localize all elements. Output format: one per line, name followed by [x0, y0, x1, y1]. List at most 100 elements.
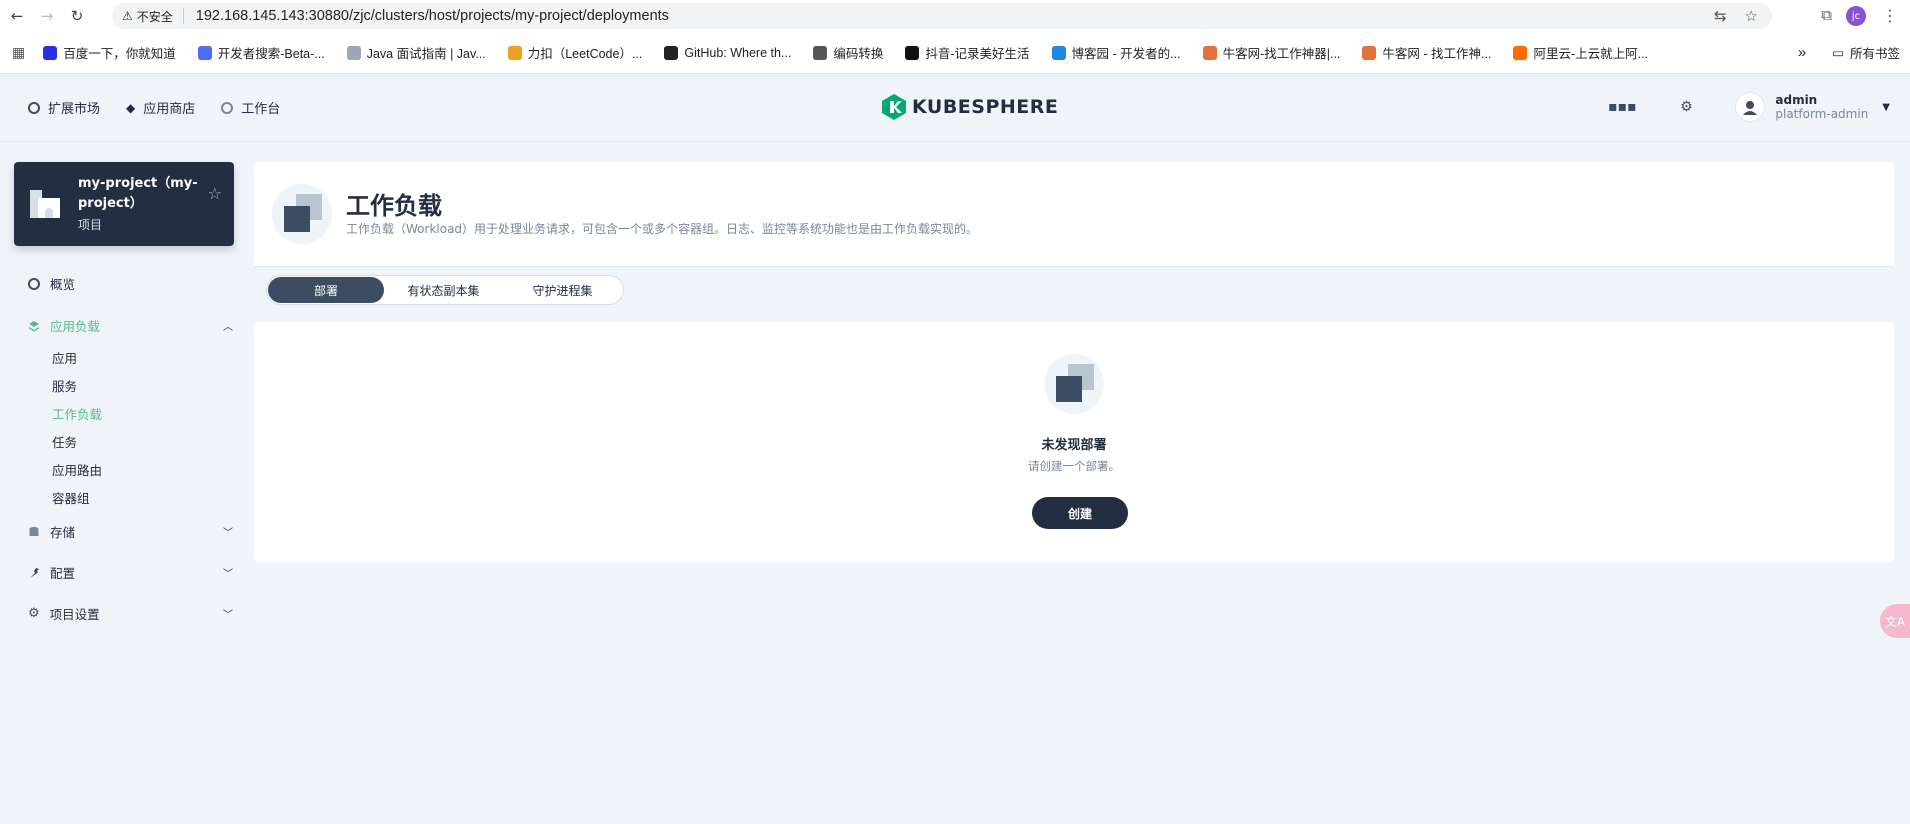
- extensions-icon[interactable]: ⧉: [1821, 6, 1832, 24]
- bookmarks-bar: ▦ 百度一下，你就知道 开发者搜索-Beta-... Java 面试指南 | Jav…: [0, 32, 1910, 74]
- all-bookmarks-label: 所有书签: [1849, 47, 1900, 61]
- user-info[interactable]: admin platform-admin: [1775, 93, 1868, 121]
- forward-icon[interactable]: →: [34, 3, 60, 29]
- bookmark-item[interactable]: 牛客网-找工作神器|...: [1202, 43, 1341, 62]
- nav-app-store[interactable]: ◆ 应用商店: [126, 98, 195, 118]
- bookmark-label: 百度一下，你就知道: [63, 47, 176, 61]
- url-text[interactable]: 192.168.145.143:30880/zjc/clusters/host/…: [184, 8, 669, 24]
- bookmark-item[interactable]: 编码转换: [813, 43, 883, 62]
- bookmark-label: 阿里云-上云就上阿...: [1533, 47, 1649, 61]
- bookmark-item[interactable]: 抖音-记录美好生活: [905, 43, 1030, 62]
- all-bookmarks[interactable]: ▭ 所有书签: [1832, 43, 1900, 62]
- sidebar-item-jobs[interactable]: 任务: [52, 432, 77, 451]
- back-icon[interactable]: ←: [4, 3, 30, 29]
- sidebar-item-project-settings[interactable]: ⚙ 项目设置 ﹀: [28, 604, 233, 623]
- caret-down-icon[interactable]: ▼: [1882, 102, 1890, 113]
- bookmark-label: 编码转换: [833, 47, 884, 61]
- workload-tabs: 部署 有状态副本集 守护进程集: [266, 275, 624, 305]
- bookmark-item[interactable]: GitHub: Where th...: [664, 45, 791, 60]
- bookmark-item[interactable]: Java 面试指南 | Jav...: [346, 43, 486, 62]
- user-avatar-icon: [1743, 101, 1758, 115]
- avatar[interactable]: [1735, 92, 1766, 122]
- chevron-down-icon: ﹀: [223, 528, 233, 539]
- project-card[interactable]: my-project（my-project） 项目 ☆: [14, 162, 234, 246]
- user-role: platform-admin: [1775, 107, 1869, 121]
- sidebar-label: 配置: [50, 566, 76, 581]
- workload-icon: [272, 184, 332, 244]
- extension-icon: [28, 101, 40, 114]
- logo-text: KUBESPHERE: [912, 96, 1059, 118]
- bookmark-item[interactable]: 开发者搜索-Beta-...: [197, 43, 325, 62]
- apps-menu-icon[interactable]: ▪▪▪: [1607, 92, 1637, 122]
- sidebar-item-app-workloads[interactable]: 应用负载 ︿: [28, 316, 233, 335]
- bookmark-favicon-icon: [1051, 45, 1066, 60]
- bookmark-label: 开发者搜索-Beta-...: [217, 47, 325, 61]
- nav-label: 工作台: [241, 102, 281, 117]
- apps-grid-icon[interactable]: ▦: [12, 44, 25, 61]
- page-description: 工作负载（Workload）用于处理业务请求，可包含一个或多个容器组。日志、监控…: [346, 222, 979, 236]
- overview-icon: [28, 277, 40, 290]
- sidebar-label: 概览: [50, 277, 76, 292]
- bookmark-item[interactable]: 力扣（LeetCode）...: [507, 43, 642, 62]
- sidebar-label: 应用负载: [50, 319, 101, 334]
- create-button[interactable]: 创建: [1032, 497, 1128, 529]
- sidebar-item-routes[interactable]: 应用路由: [52, 460, 102, 479]
- tab-statefulsets[interactable]: 有状态副本集: [384, 277, 503, 303]
- empty-title: 未发现部署: [1041, 438, 1107, 453]
- bookmark-item[interactable]: 牛客网 - 找工作神...: [1362, 43, 1491, 62]
- folder-icon: ▭: [1832, 46, 1844, 60]
- warning-icon: ⚠: [122, 9, 133, 23]
- bookmark-item[interactable]: 百度一下，你就知道: [43, 43, 176, 62]
- bookmarks-more[interactable]: »: [1798, 44, 1806, 61]
- sidebar-item-storage[interactable]: 存储 ﹀: [28, 522, 233, 541]
- reload-icon[interactable]: ↻: [64, 3, 90, 29]
- kubesphere-logo-icon: [882, 94, 906, 120]
- app-store-icon: ◆: [126, 100, 136, 115]
- nav-workbench[interactable]: 工作台: [221, 98, 280, 117]
- sidebar-item-pods[interactable]: 容器组: [52, 488, 90, 507]
- profile-avatar[interactable]: jc: [1846, 6, 1866, 26]
- bookmark-label: 牛客网-找工作神器|...: [1222, 47, 1341, 61]
- browser-toolbar: ← → ↻ ⚠ 不安全 192.168.145.143:30880/zjc/cl…: [0, 0, 1910, 32]
- sidebar-item-overview[interactable]: 概览: [28, 274, 233, 293]
- wrench-icon: [30, 567, 39, 578]
- bookmark-star-icon[interactable]: ☆: [1745, 7, 1758, 25]
- bookmark-item[interactable]: 博客园 - 开发者的...: [1051, 43, 1181, 62]
- bookmark-label: 抖音-记录美好生活: [925, 47, 1030, 61]
- address-bar[interactable]: ⚠ 不安全 192.168.145.143:30880/zjc/clusters…: [112, 3, 1772, 29]
- app-header: 扩展市场 ◆ 应用商店 工作台 KUBESPHERE ▪▪▪ ⚙ admin p…: [0, 74, 1910, 142]
- translate-icon[interactable]: ⇆: [1714, 7, 1727, 25]
- empty-state: 未发现部署 请创建一个部署。 创建: [254, 322, 1894, 562]
- star-icon[interactable]: ☆: [208, 184, 222, 203]
- translate-float-icon[interactable]: 文A: [1880, 604, 1910, 638]
- gear-icon[interactable]: ⚙: [1671, 92, 1701, 122]
- chevron-up-icon: ︿: [223, 322, 233, 333]
- tab-daemonsets[interactable]: 守护进程集: [503, 277, 622, 303]
- tab-bar: 部署 有状态副本集 守护进程集: [254, 266, 1894, 310]
- insecure-badge[interactable]: ⚠ 不安全: [112, 8, 184, 24]
- storage-icon: [29, 526, 39, 536]
- nav-extension-market[interactable]: 扩展市场: [28, 98, 100, 117]
- chevron-down-icon: ﹀: [223, 569, 233, 580]
- empty-description: 请创建一个部署。: [1028, 459, 1120, 473]
- sidebar-item-services[interactable]: 服务: [52, 376, 77, 395]
- sidebar-item-workloads[interactable]: 工作负载: [52, 404, 102, 423]
- page-banner: 工作负载 工作负载（Workload）用于处理业务请求，可包含一个或多个容器组。…: [254, 162, 1894, 266]
- chevron-down-icon: ﹀: [223, 610, 233, 621]
- bookmark-item[interactable]: 阿里云-上云就上阿...: [1513, 43, 1648, 62]
- kubesphere-logo[interactable]: KUBESPHERE: [882, 94, 1058, 120]
- workbench-icon: [221, 101, 234, 114]
- bookmark-favicon-icon: [43, 45, 58, 60]
- browser-menu-icon[interactable]: ⋮: [1882, 6, 1898, 25]
- tab-deployments[interactable]: 部署: [268, 277, 384, 303]
- bookmark-favicon-icon: [905, 45, 920, 60]
- sidebar-label: 项目设置: [49, 607, 100, 622]
- sidebar-item-apps[interactable]: 应用: [52, 348, 77, 367]
- bookmark-favicon-icon: [197, 45, 212, 60]
- sidebar-item-config[interactable]: 配置 ﹀: [28, 563, 233, 582]
- bookmark-favicon-icon: [346, 45, 361, 60]
- sidebar-label: 存储: [50, 525, 76, 540]
- project-name: my-project（my-project）: [78, 176, 198, 211]
- bookmark-favicon-icon: [1202, 45, 1217, 60]
- bookmark-favicon-icon: [507, 45, 522, 60]
